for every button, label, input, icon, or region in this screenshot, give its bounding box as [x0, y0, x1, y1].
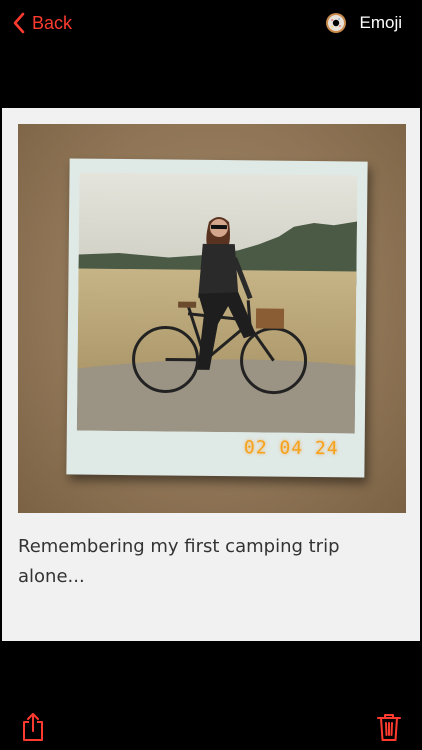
post-card: 02 04 24 Remembering my first camping tr… — [2, 108, 420, 641]
back-label: Back — [32, 12, 73, 33]
chevron-left-icon — [13, 12, 25, 34]
date-stamp: 02 04 24 — [243, 437, 339, 460]
emoji-label: Emoji — [359, 13, 402, 32]
polaroid-frame: 02 04 24 — [66, 158, 368, 478]
emoji-button[interactable]: Emoji — [325, 10, 402, 36]
share-icon[interactable] — [20, 712, 46, 742]
donut-emoji-icon — [326, 13, 347, 33]
trash-icon[interactable] — [376, 712, 402, 742]
photo-image — [76, 172, 358, 434]
caption-text[interactable]: Remembering my first camping trip alone.… — [18, 532, 358, 592]
back-button[interactable]: Back — [12, 10, 72, 36]
photo[interactable]: 02 04 24 — [18, 124, 406, 513]
